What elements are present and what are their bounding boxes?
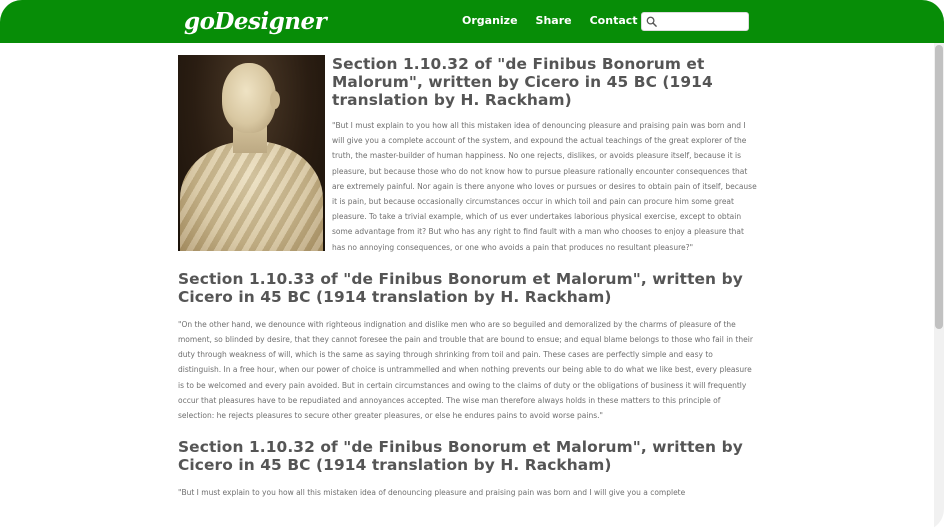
- nav-organize[interactable]: Organize: [462, 14, 518, 27]
- bust-drapery: [180, 141, 323, 251]
- section-body-2: "On the other hand, we denounce with rig…: [178, 319, 753, 421]
- article: Section 1.10.32 of "de Finibus Bonorum e…: [178, 55, 758, 500]
- search-input[interactable]: [660, 14, 746, 29]
- nav-contact[interactable]: Contact: [590, 14, 638, 27]
- site-logo[interactable]: goDesigner: [184, 8, 327, 35]
- bust-ear: [270, 91, 280, 109]
- nav-share[interactable]: Share: [536, 14, 572, 27]
- browser-window: goDesigner Organize Share Contact Sectio…: [0, 0, 944, 531]
- section-heading-2: Section 1.10.33 of "de Finibus Bonorum e…: [178, 269, 743, 306]
- header-bar: goDesigner Organize Share Contact: [0, 0, 944, 43]
- section-heading-3: Section 1.10.32 of "de Finibus Bonorum e…: [178, 438, 743, 475]
- section-body-3: "But I must explain to you how all this …: [178, 488, 686, 498]
- search-icon[interactable]: [646, 16, 657, 27]
- main-nav: Organize Share Contact: [462, 14, 656, 27]
- vertical-scrollbar[interactable]: [934, 43, 944, 531]
- cicero-bust-image: [178, 55, 325, 251]
- bust-head: [222, 63, 276, 133]
- scrollbar-thumb[interactable]: [935, 45, 943, 329]
- search-box[interactable]: [641, 12, 749, 31]
